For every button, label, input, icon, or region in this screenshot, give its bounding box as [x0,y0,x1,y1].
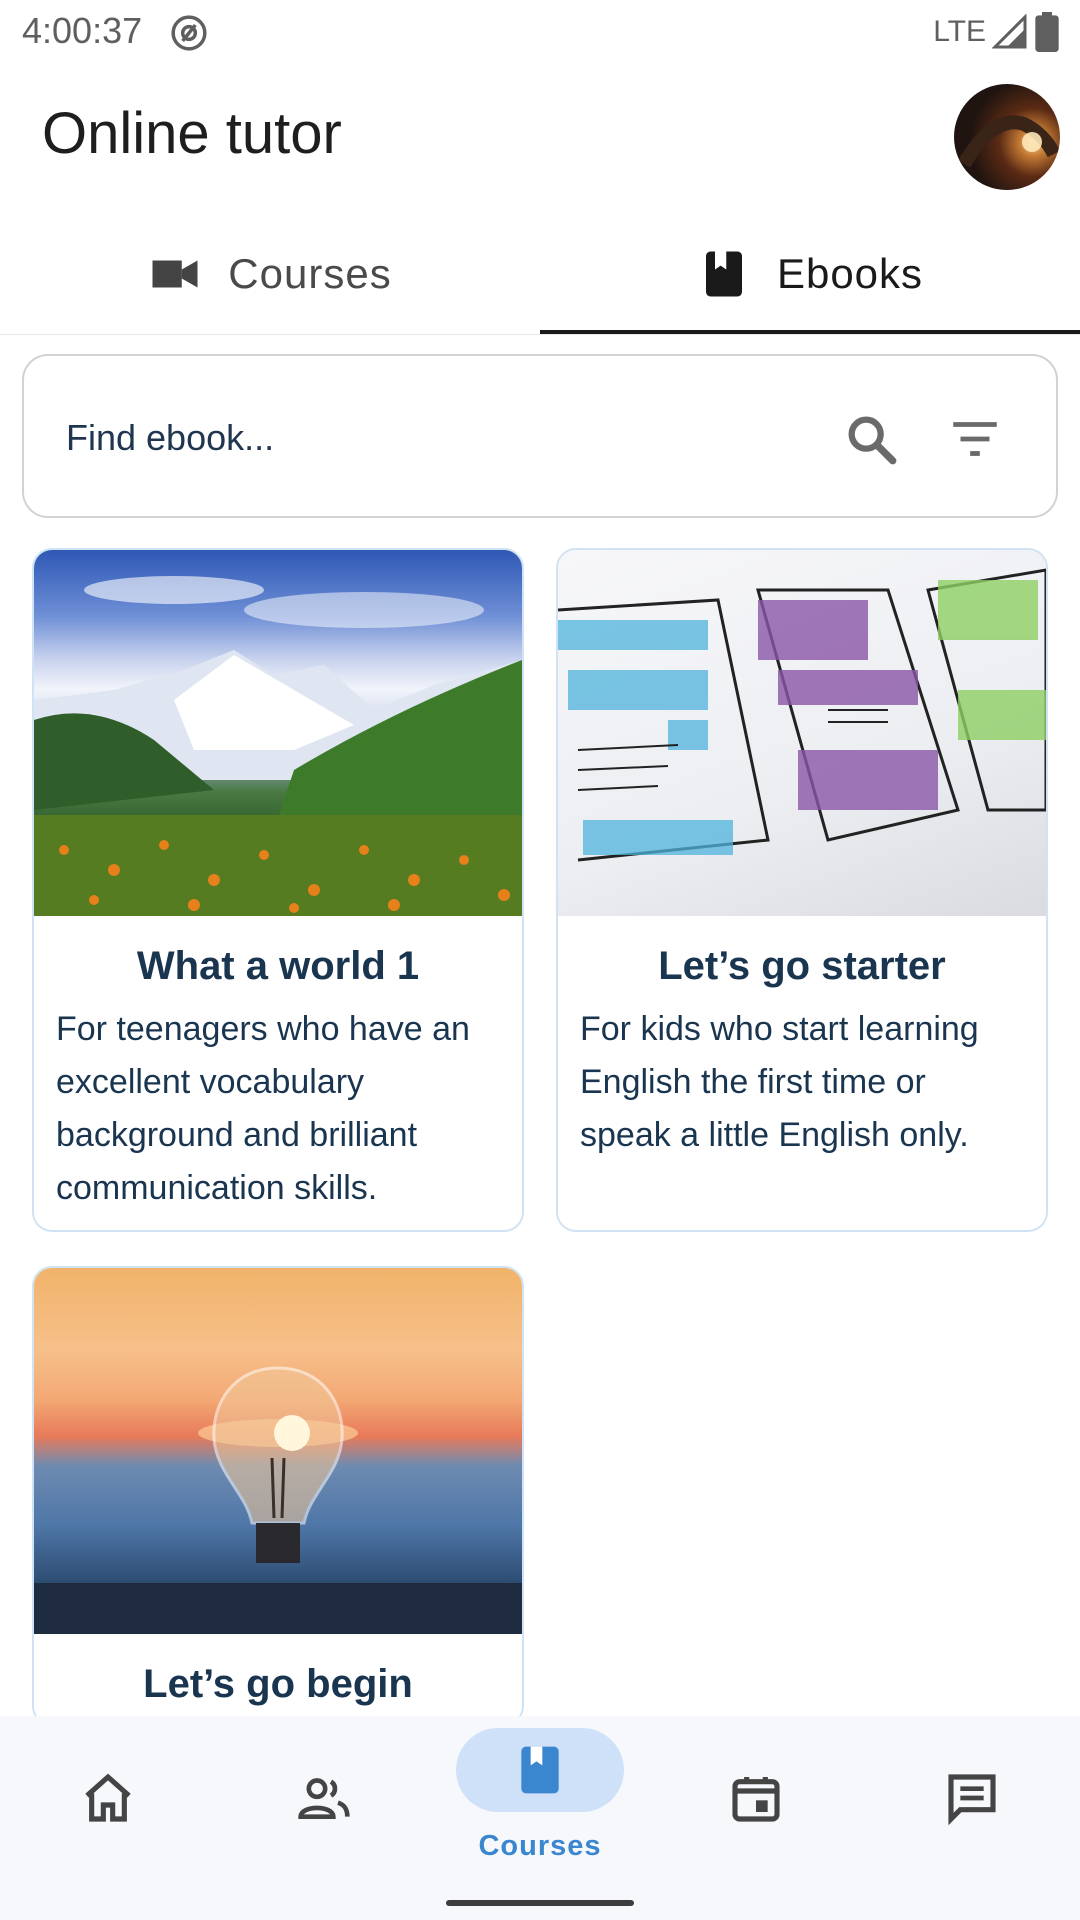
ebook-description: For kids who start learning English the … [580,1010,979,1154]
at-sign-icon [171,15,207,51]
status-bar: 4:00:37 LTE [0,0,1080,64]
nav-calendar[interactable] [648,1716,864,1906]
ebook-cover-image [34,1268,522,1634]
tab-ebooks-label: Ebooks [776,250,924,297]
nav-home[interactable] [0,1716,216,1906]
battery-icon [1035,12,1059,52]
signal-icon [992,14,1027,49]
ebook-card[interactable]: Let’s go begin [32,1266,524,1726]
avatar-image [957,115,1060,168]
search-icon[interactable] [842,410,900,468]
ebook-title: What a world 1 [136,944,420,988]
search-input[interactable] [66,412,766,464]
people-icon [298,1778,350,1819]
page-title: Online tutor [42,101,342,166]
home-icon [85,1773,131,1822]
nav-courses-label: Courses [478,1830,602,1862]
video-camera-icon [152,260,198,288]
ebook-card[interactable]: What a world 1 For teenagers who have an… [32,548,524,1232]
book-icon [521,1746,559,1794]
search-box [22,354,1058,518]
tabs-divider [0,334,1080,335]
network-type: LTE [933,15,986,48]
message-icon [948,1774,996,1826]
ebook-title: Let’s go begin [143,1662,413,1706]
status-time: 4:00:37 [22,10,143,51]
bottom-navigation: Courses [0,1716,1080,1920]
calendar-icon [732,1777,780,1822]
nav-messages[interactable] [864,1716,1080,1906]
ebook-cover-image [34,550,522,916]
ebook-card[interactable]: Let’s go starter For kids who start lear… [556,548,1048,1232]
nav-people[interactable] [216,1716,432,1906]
tab-courses[interactable]: Courses [0,212,540,336]
tab-courses-label: Courses [228,250,392,297]
ebook-cover-image [558,550,1046,916]
avatar[interactable] [954,84,1060,190]
book-icon [705,251,742,297]
filter-icon[interactable] [946,410,1004,468]
nav-courses[interactable]: Courses [432,1716,648,1906]
ebook-description: For teenagers who have an excellent voca… [56,1010,470,1207]
tab-bar: Courses Ebooks [0,212,1080,336]
home-indicator[interactable] [446,1900,634,1906]
ebook-title: Let’s go starter [658,944,946,988]
tab-ebooks[interactable]: Ebooks [540,212,1080,336]
